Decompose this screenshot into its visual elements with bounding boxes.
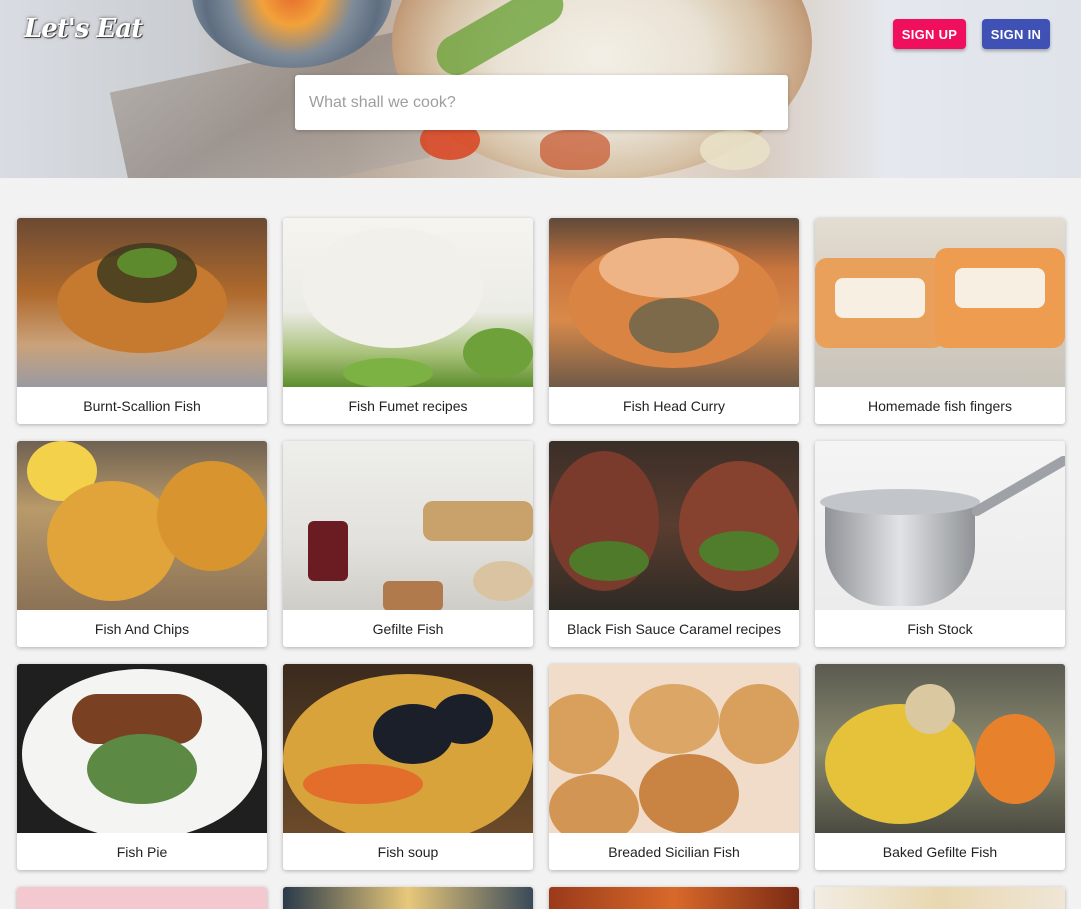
recipe-card[interactable]: Fish soup [283, 664, 533, 870]
recipe-image [549, 441, 799, 610]
recipe-image [815, 887, 1065, 909]
recipe-image [283, 664, 533, 833]
recipe-card[interactable]: Gefilte Fish [283, 441, 533, 647]
recipe-card[interactable]: Fish Stock [815, 441, 1065, 647]
recipe-title: Fish Head Curry [623, 397, 725, 414]
recipe-card[interactable]: Fish Pie [17, 664, 267, 870]
recipe-title: Burnt-Scallion Fish [83, 397, 201, 414]
recipe-image [815, 664, 1065, 833]
recipe-card[interactable]: Fish And Chips [17, 441, 267, 647]
search-input[interactable] [295, 75, 788, 130]
recipe-image [17, 887, 267, 909]
recipe-card[interactable] [549, 887, 799, 909]
recipe-image [283, 441, 533, 610]
recipe-title: Black Fish Sauce Caramel recipes [567, 620, 781, 637]
recipe-image [815, 218, 1065, 387]
recipe-title: Fish And Chips [94, 620, 190, 637]
recipe-title: Fish Stock [907, 620, 973, 637]
recipe-image [17, 218, 267, 387]
recipe-image [283, 887, 533, 909]
recipe-image [549, 218, 799, 387]
recipe-card[interactable]: Breaded Sicilian Fish [549, 664, 799, 870]
recipe-card[interactable]: Baked Gefilte Fish [815, 664, 1065, 870]
recipe-card[interactable]: Fish Fumet recipes [283, 218, 533, 424]
recipe-title: Baked Gefilte Fish [882, 843, 998, 860]
hero-fish [540, 130, 610, 170]
recipe-card[interactable]: Fish Head Curry [549, 218, 799, 424]
recipe-image [283, 218, 533, 387]
recipe-card[interactable]: Burnt-Scallion Fish [17, 218, 267, 424]
sign-in-button[interactable]: SIGN IN [982, 19, 1050, 49]
recipe-title: Gefilte Fish [372, 620, 444, 637]
recipe-card[interactable]: Homemade fish fingers [815, 218, 1065, 424]
recipe-image [549, 887, 799, 909]
recipe-image [17, 664, 267, 833]
hero-rice [700, 130, 770, 170]
recipe-card[interactable] [283, 887, 533, 909]
hero-banner: Let's Eat SIGN UP SIGN IN [0, 0, 1081, 178]
recipe-image [549, 664, 799, 833]
recipe-card[interactable]: Black Fish Sauce Caramel recipes [549, 441, 799, 647]
recipe-card[interactable] [815, 887, 1065, 909]
logo[interactable]: Let's Eat [24, 14, 143, 44]
recipe-card[interactable] [17, 887, 267, 909]
recipe-title: Fish Fumet recipes [348, 397, 468, 414]
recipe-title: Homemade fish fingers [868, 397, 1012, 414]
sign-up-button[interactable]: SIGN UP [893, 19, 966, 49]
recipe-title: Fish soup [377, 843, 439, 860]
recipe-title: Fish Pie [116, 843, 168, 860]
recipe-image [17, 441, 267, 610]
recipe-title: Breaded Sicilian Fish [608, 843, 740, 860]
recipe-image [815, 441, 1065, 610]
